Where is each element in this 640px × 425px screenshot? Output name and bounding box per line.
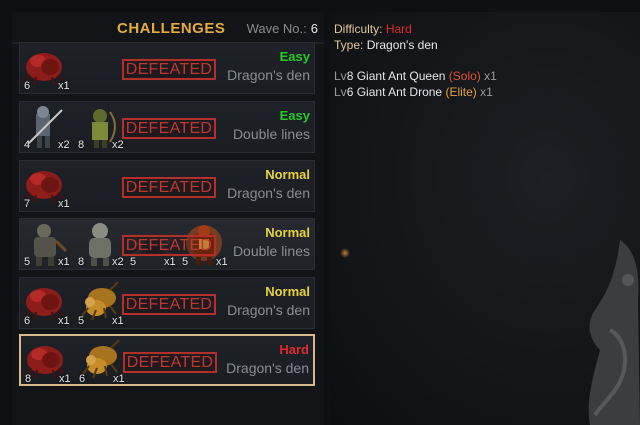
monster-count: 1 (58, 315, 70, 327)
challenge-row[interactable]: 71DEFEATEDNormalDragon's den (19, 160, 315, 212)
enemy-tag: (Solo) (448, 69, 481, 83)
monster-level: 5 (24, 256, 31, 268)
monster-slot: 51 (76, 280, 126, 328)
monster-level: 5 (78, 315, 85, 327)
row-type: Double lines (232, 126, 310, 142)
monster-slot: 61 (77, 338, 127, 386)
row-difficulty: Normal (265, 167, 310, 182)
monster-slot: 61 (22, 280, 72, 328)
wave-label: Wave No.: (246, 21, 307, 36)
monster-level: 8 (78, 256, 85, 268)
monster-slot: 61 (22, 45, 72, 93)
stone-statue-decoration (580, 240, 640, 425)
monster-count: 1 (58, 198, 70, 210)
challenges-title: CHALLENGES (117, 20, 226, 37)
challenge-row[interactable]: 8161DEFEATEDHardDragon's den (19, 334, 315, 386)
row-difficulty: Hard (279, 342, 309, 357)
challenge-row[interactable]: 51825151DEFEATEDNormalDouble lines (19, 218, 315, 270)
enemy-level-prefix: Lv (334, 69, 347, 83)
row-type: Dragon's den (227, 185, 310, 201)
row-difficulty: Easy (279, 108, 310, 123)
type-line: Type: Dragon's den (334, 38, 438, 52)
monster-count: 1 (112, 315, 124, 327)
defeated-stamp: DEFEATED (122, 235, 216, 256)
monster-slot: 82 (76, 104, 126, 152)
monster-count: 1 (164, 256, 176, 268)
monster-level: 6 (79, 373, 86, 385)
monster-level: 4 (24, 139, 31, 151)
monster-slot: 81 (23, 338, 73, 386)
enemy-count: x1 (484, 69, 497, 83)
challenges-header: CHALLENGES Wave No.: 6 (12, 16, 324, 44)
challenge-row[interactable]: 61DEFEATEDEasyDragon's den (19, 42, 315, 94)
wave-number: 6 (310, 21, 318, 36)
enemy-entry: Lv8 Giant Ant Queen (Solo) x1 (334, 69, 497, 83)
monster-count: 1 (216, 256, 228, 268)
difficulty-line: Difficulty: Hard (334, 22, 412, 36)
enemy-count: x1 (480, 85, 493, 99)
monster-slot: 71 (22, 163, 72, 211)
difficulty-label: Difficulty: (334, 22, 383, 36)
challenges-panel: CHALLENGES Wave No.:6 61DEFEATEDEasyDrag… (12, 12, 324, 425)
challenge-row[interactable]: 4282DEFEATEDEasyDouble lines (19, 101, 315, 153)
monster-slot: 82 (76, 221, 126, 269)
monster-count: 1 (113, 373, 125, 385)
monster-level: 7 (24, 198, 31, 210)
enemy-level-prefix: Lv (334, 85, 347, 99)
row-difficulty: Normal (265, 284, 310, 299)
monster-level: 5 (130, 256, 137, 268)
monster-slot: 51 (22, 221, 72, 269)
monster-count: 2 (58, 139, 70, 151)
type-label: Type: (334, 38, 364, 52)
monster-count: 2 (112, 139, 124, 151)
type-value: Dragon's den (366, 38, 438, 52)
ember-spark (340, 248, 350, 258)
row-type: Dragon's den (227, 302, 310, 318)
monster-level: 8 (25, 373, 32, 385)
defeated-stamp: DEFEATED (122, 294, 216, 315)
monster-slot: 42 (22, 104, 72, 152)
enemy-tag: (Elite) (445, 85, 477, 99)
monster-level: 6 (24, 80, 31, 92)
defeated-stamp: DEFEATED (122, 177, 216, 198)
defeated-stamp: DEFEATED (122, 118, 216, 139)
monster-level: 8 (78, 139, 85, 151)
row-type: Double lines (232, 243, 310, 259)
monster-count: 1 (58, 80, 70, 92)
monster-count: 1 (59, 373, 71, 385)
defeated-stamp: DEFEATED (123, 352, 217, 373)
monster-level: 6 (24, 315, 31, 327)
row-type: Dragon's den (226, 360, 309, 376)
enemy-name: Giant Ant Drone (356, 85, 443, 99)
wave-indicator: Wave No.: 6 (247, 21, 318, 36)
enemy-name: Giant Ant Queen (356, 69, 446, 83)
monster-level: 5 (182, 256, 189, 268)
enemy-level: 8 (346, 69, 354, 83)
row-difficulty: Normal (265, 225, 310, 240)
row-type: Dragon's den (227, 67, 310, 83)
enemy-level: 6 (346, 85, 354, 99)
challenge-row[interactable]: 6151DEFEATEDNormalDragon's den (19, 277, 315, 329)
monster-count: 1 (58, 256, 70, 268)
enemy-entry: Lv6 Giant Ant Drone (Elite) x1 (334, 85, 493, 99)
defeated-stamp: DEFEATED (122, 59, 216, 80)
monster-count: 2 (112, 256, 124, 268)
difficulty-value: Hard (385, 22, 412, 36)
row-difficulty: Easy (279, 49, 310, 64)
